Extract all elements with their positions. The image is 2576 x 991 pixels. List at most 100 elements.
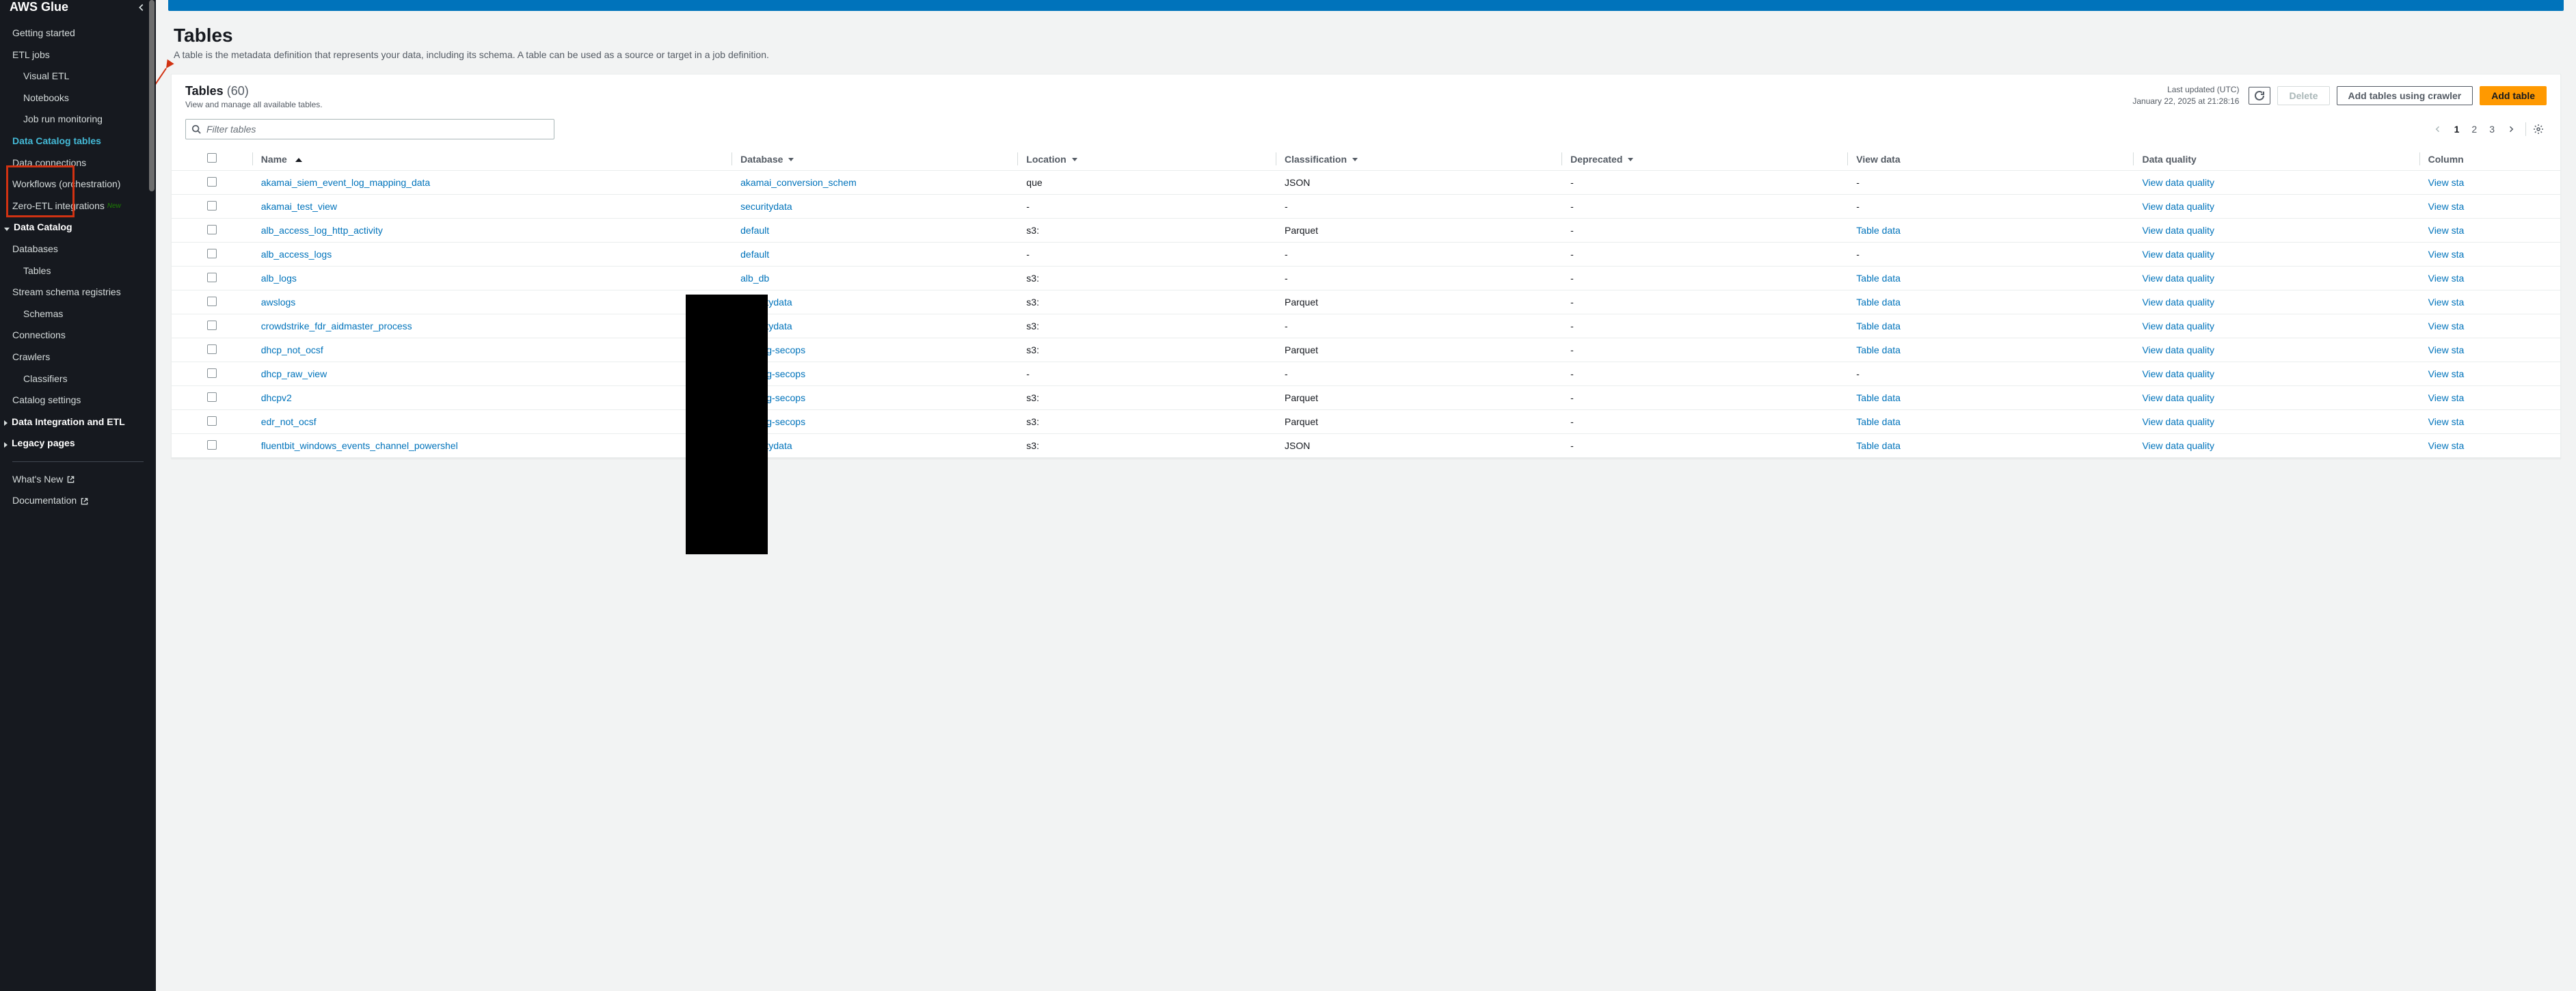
view-stats-link[interactable]: View sta — [2428, 273, 2465, 284]
table-settings-button[interactable] — [2530, 121, 2547, 137]
nav-tables[interactable]: Tables — [0, 260, 156, 282]
view-data-link[interactable]: Table data — [1856, 344, 1901, 355]
nav-catalog-settings[interactable]: Catalog settings — [0, 390, 156, 411]
row-checkbox[interactable] — [207, 177, 217, 187]
data-quality-link[interactable]: View data quality — [2142, 416, 2214, 427]
add-tables-crawler-button[interactable]: Add tables using crawler — [2337, 86, 2473, 105]
col-location[interactable]: Location — [1018, 148, 1276, 171]
nav-notebooks[interactable]: Notebooks — [0, 87, 156, 109]
database-link[interactable]: iceberg-secops — [740, 344, 805, 355]
database-link[interactable]: akamai_conversion_schem — [740, 177, 857, 188]
delete-button[interactable]: Delete — [2277, 86, 2329, 105]
data-quality-link[interactable]: View data quality — [2142, 297, 2214, 308]
table-name-link[interactable]: alb_access_log_http_activity — [261, 225, 383, 236]
refresh-button[interactable] — [2249, 87, 2270, 105]
data-quality-link[interactable]: View data quality — [2142, 201, 2214, 212]
table-name-link[interactable]: dhcp_raw_view — [261, 368, 327, 379]
data-quality-link[interactable]: View data quality — [2142, 249, 2214, 260]
collapse-sidebar-icon[interactable] — [137, 3, 146, 12]
row-checkbox[interactable] — [207, 273, 217, 282]
row-checkbox[interactable] — [207, 368, 217, 378]
nav-databases[interactable]: Databases — [0, 239, 156, 260]
view-data-link[interactable]: Table data — [1856, 416, 1901, 427]
table-name-link[interactable]: edr_not_ocsf — [261, 416, 317, 427]
table-name-link[interactable]: awslogs — [261, 297, 296, 308]
view-data-link[interactable]: Table data — [1856, 225, 1901, 236]
scrollbar[interactable] — [149, 0, 155, 191]
nav-visual-etl[interactable]: Visual ETL — [0, 66, 156, 87]
data-quality-link[interactable]: View data quality — [2142, 440, 2214, 451]
nav-schemas[interactable]: Schemas — [0, 303, 156, 325]
table-name-link[interactable]: akamai_test_view — [261, 201, 337, 212]
view-data-link[interactable]: Table data — [1856, 321, 1901, 331]
nav-workflows[interactable]: Workflows (orchestration) — [0, 174, 156, 195]
page-3[interactable]: 3 — [2483, 121, 2501, 137]
view-data-link[interactable]: Table data — [1856, 392, 1901, 403]
view-stats-link[interactable]: View sta — [2428, 201, 2465, 212]
database-link[interactable]: alb_db — [740, 273, 769, 284]
table-name-link[interactable]: alb_access_logs — [261, 249, 332, 260]
col-database[interactable]: Database — [732, 148, 1018, 171]
table-name-link[interactable]: dhcpv2 — [261, 392, 292, 403]
table-name-link[interactable]: crowdstrike_fdr_aidmaster_process — [261, 321, 412, 331]
nav-stream-schema[interactable]: Stream schema registries — [0, 282, 156, 303]
data-quality-link[interactable]: View data quality — [2142, 344, 2214, 355]
database-link[interactable]: securitydata — [740, 201, 792, 212]
view-stats-link[interactable]: View sta — [2428, 416, 2465, 427]
database-link[interactable]: iceberg-secops — [740, 416, 805, 427]
col-deprecated[interactable]: Deprecated — [1562, 148, 1848, 171]
view-stats-link[interactable]: View sta — [2428, 225, 2465, 236]
view-stats-link[interactable]: View sta — [2428, 321, 2465, 331]
nav-job-run-monitoring[interactable]: Job run monitoring — [0, 109, 156, 131]
row-checkbox[interactable] — [207, 440, 217, 450]
row-checkbox[interactable] — [207, 225, 217, 234]
database-link[interactable]: iceberg-secops — [740, 368, 805, 379]
nav-etl-jobs[interactable]: ETL jobs — [0, 44, 156, 66]
row-checkbox[interactable] — [207, 297, 217, 306]
row-checkbox[interactable] — [207, 321, 217, 330]
database-link[interactable]: default — [740, 249, 769, 260]
view-stats-link[interactable]: View sta — [2428, 368, 2465, 379]
row-checkbox[interactable] — [207, 249, 217, 258]
table-name-link[interactable]: dhcp_not_ocsf — [261, 344, 323, 355]
database-link[interactable]: securitydata — [740, 297, 792, 308]
nav-getting-started[interactable]: Getting started — [0, 23, 156, 44]
data-quality-link[interactable]: View data quality — [2142, 368, 2214, 379]
view-stats-link[interactable]: View sta — [2428, 177, 2465, 188]
data-quality-link[interactable]: View data quality — [2142, 225, 2214, 236]
table-name-link[interactable]: akamai_siem_event_log_mapping_data — [261, 177, 431, 188]
nav-documentation[interactable]: Documentation — [0, 490, 156, 512]
view-data-link[interactable]: Table data — [1856, 297, 1901, 308]
data-quality-link[interactable]: View data quality — [2142, 177, 2214, 188]
col-view-data[interactable]: View data — [1848, 148, 2134, 171]
nav-whats-new[interactable]: What's New — [0, 469, 156, 491]
database-link[interactable]: securitydata — [740, 321, 792, 331]
view-stats-link[interactable]: View sta — [2428, 344, 2465, 355]
row-checkbox[interactable] — [207, 201, 217, 211]
col-name[interactable]: Name — [253, 148, 732, 171]
page-2[interactable]: 2 — [2465, 121, 2483, 137]
nav-zero-etl[interactable]: Zero-ETL integrationsNew — [0, 195, 156, 217]
view-stats-link[interactable]: View sta — [2428, 392, 2465, 403]
nav-data-connections[interactable]: Data connections — [0, 152, 156, 174]
table-name-link[interactable]: alb_logs — [261, 273, 297, 284]
nav-data-catalog-tables[interactable]: Data Catalog tables — [0, 131, 156, 152]
nav-section-data-catalog[interactable]: Data Catalog — [0, 217, 156, 239]
view-stats-link[interactable]: View sta — [2428, 249, 2465, 260]
view-data-link[interactable]: Table data — [1856, 273, 1901, 284]
nav-connections[interactable]: Connections — [0, 325, 156, 347]
page-1[interactable]: 1 — [2448, 121, 2466, 137]
add-table-button[interactable]: Add table — [2480, 86, 2547, 105]
view-data-link[interactable]: Table data — [1856, 440, 1901, 451]
col-data-quality[interactable]: Data quality — [2134, 148, 2419, 171]
data-quality-link[interactable]: View data quality — [2142, 321, 2214, 331]
filter-tables-input[interactable] — [185, 119, 554, 139]
view-stats-link[interactable]: View sta — [2428, 297, 2465, 308]
database-link[interactable]: iceberg-secops — [740, 392, 805, 403]
select-all-checkbox[interactable] — [207, 153, 217, 163]
next-page-button[interactable] — [2501, 122, 2521, 136]
col-column[interactable]: Column — [2420, 148, 2560, 171]
nav-section-legacy[interactable]: Legacy pages — [0, 433, 156, 454]
view-stats-link[interactable]: View sta — [2428, 440, 2465, 451]
database-link[interactable]: default — [740, 225, 769, 236]
